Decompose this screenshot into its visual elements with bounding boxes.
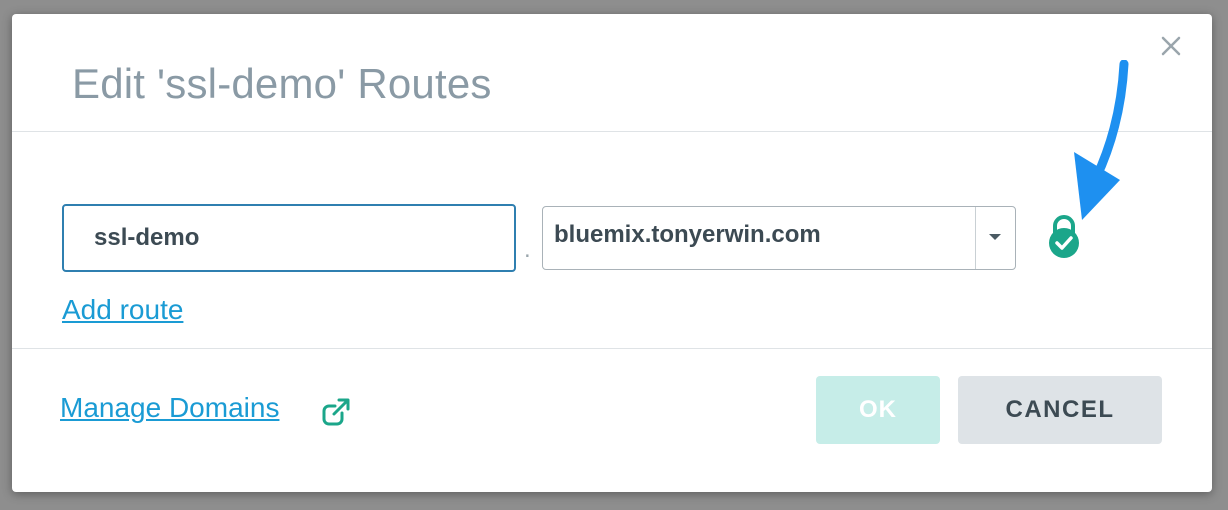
close-icon [1161, 36, 1181, 56]
manage-domains-link[interactable]: Manage Domains [60, 392, 279, 424]
ok-button[interactable]: OK [816, 376, 940, 444]
dialog-title: Edit 'ssl-demo' Routes [72, 60, 492, 107]
domain-select[interactable]: bluemix.tonyerwin.com [542, 206, 1016, 270]
close-button[interactable] [1157, 32, 1185, 60]
edit-routes-dialog: Edit 'ssl-demo' Routes . bluemix.tonyerw… [12, 14, 1212, 492]
annotation-arrow [1052, 59, 1152, 230]
external-link-icon[interactable] [320, 396, 352, 428]
header-divider [12, 131, 1212, 132]
chevron-down-icon[interactable] [989, 234, 1001, 240]
select-divider [975, 207, 976, 269]
add-route-link[interactable]: Add route [62, 294, 183, 326]
domain-value: bluemix.tonyerwin.com [554, 221, 821, 248]
host-domain-separator: . [524, 236, 531, 263]
cancel-button[interactable]: CANCEL [958, 376, 1162, 444]
footer-divider [12, 348, 1212, 349]
host-input[interactable] [62, 204, 516, 272]
